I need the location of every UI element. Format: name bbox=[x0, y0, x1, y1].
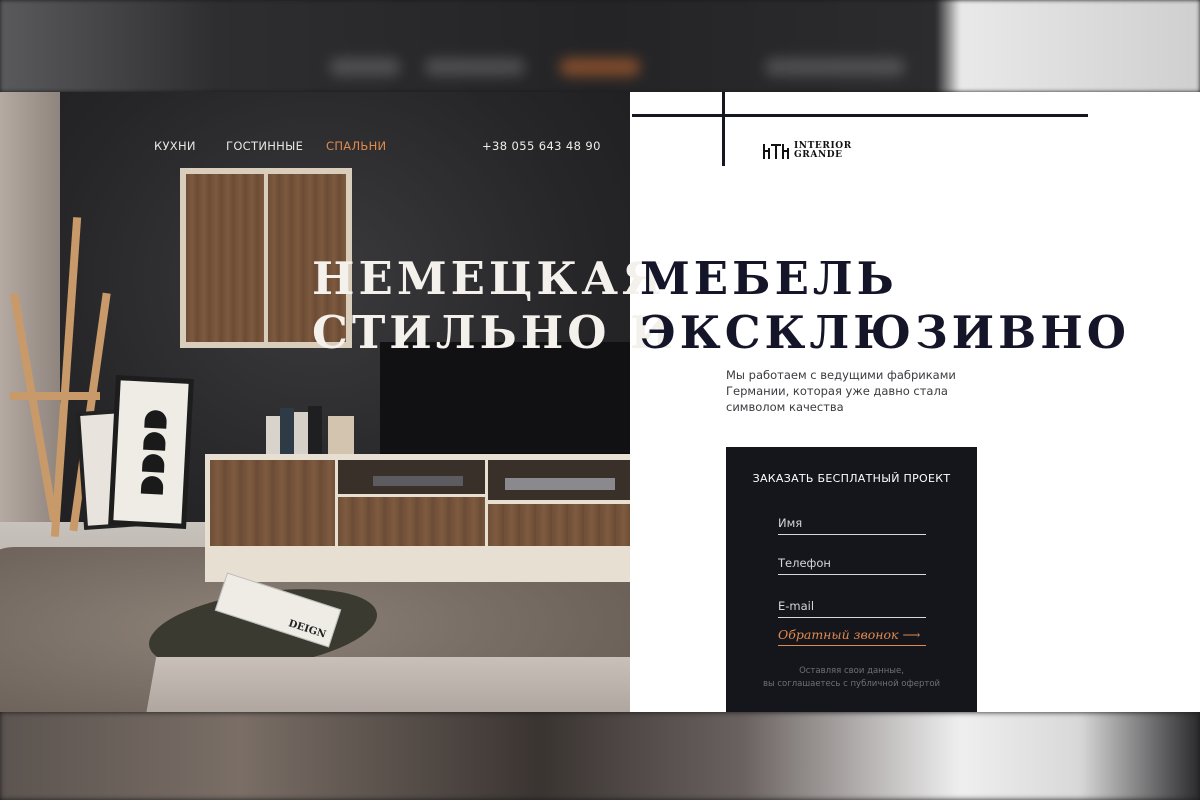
logo-text: INTERIOR GRANDE bbox=[794, 141, 852, 160]
headline-word: СТИЛЬНО И bbox=[312, 306, 677, 359]
phone-field bbox=[778, 547, 926, 575]
phone-number[interactable]: +38 055 643 48 90 bbox=[482, 139, 601, 153]
name-field bbox=[778, 507, 926, 535]
callback-label: Обратный звонок bbox=[778, 627, 899, 642]
headline-word: НЕМЕЦКАЯ bbox=[312, 252, 666, 305]
consent-text: Оставляя свои данные, вы соглашаетесь с … bbox=[762, 666, 941, 689]
name-input[interactable] bbox=[778, 507, 926, 534]
form-title: ЗАКАЗАТЬ БЕСПЛАТНЫЙ ПРОЕКТ bbox=[752, 472, 951, 485]
phone-input[interactable] bbox=[778, 547, 926, 574]
headline-word: МЕБЕЛЬ bbox=[640, 252, 898, 305]
nav-item-kitchens[interactable]: КУХНИ bbox=[154, 139, 196, 153]
logo[interactable]: INTERIOR GRANDE bbox=[762, 141, 852, 161]
blurred-background-top bbox=[0, 0, 1200, 92]
free-project-form: ЗАКАЗАТЬ БЕСПЛАТНЫЙ ПРОЕКТ Обратный звон… bbox=[726, 447, 977, 712]
arrow-right-icon: ⟶ bbox=[902, 627, 921, 642]
hero-photo: DEIGN КУХНИ ГОСТИННЫЕ СПАЛЬНИ +38 055 64… bbox=[0, 92, 630, 712]
nav-item-living-rooms[interactable]: ГОСТИННЫЕ bbox=[226, 139, 303, 153]
landing-page: DEIGN КУХНИ ГОСТИННЫЕ СПАЛЬНИ +38 055 64… bbox=[0, 92, 1200, 712]
nav-item-bedrooms[interactable]: СПАЛЬНИ bbox=[326, 139, 386, 153]
decorative-line-horizontal bbox=[632, 114, 1088, 117]
decorative-line-vertical bbox=[722, 92, 725, 166]
logo-icon bbox=[762, 142, 790, 160]
email-field bbox=[778, 590, 926, 618]
coffee-table bbox=[143, 657, 630, 712]
callback-button[interactable]: Обратный звонок ⟶ bbox=[778, 627, 926, 646]
books bbox=[266, 404, 356, 456]
sideboard bbox=[205, 454, 630, 582]
picture-frame bbox=[108, 375, 194, 529]
headline-word: ЭКСКЛЮЗИВНО bbox=[640, 306, 1130, 359]
blurred-background-bottom bbox=[0, 712, 1200, 800]
email-input[interactable] bbox=[778, 590, 926, 617]
hero-description: Мы работаем с ведущими фабриками Германи… bbox=[726, 368, 956, 414]
